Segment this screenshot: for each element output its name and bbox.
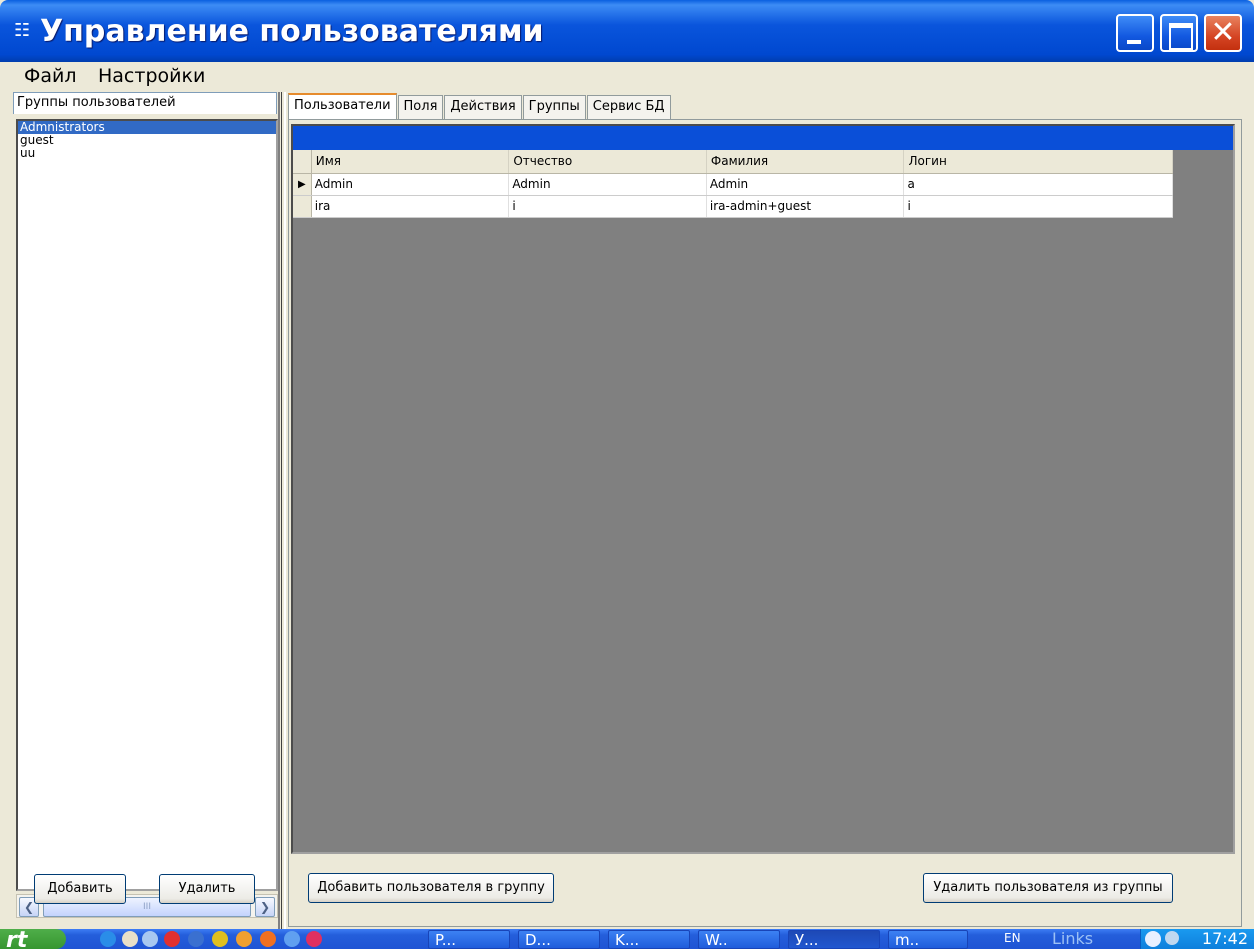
- table-cell[interactable]: ira: [311, 195, 510, 218]
- row-indicator: [293, 195, 312, 218]
- task-button[interactable]: D...: [518, 930, 600, 949]
- quicklaunch-icon[interactable]: [306, 931, 322, 947]
- panel-splitter[interactable]: [278, 92, 286, 930]
- quicklaunch-icon[interactable]: [188, 931, 204, 947]
- groups-list[interactable]: Admnistrators guest uu: [16, 119, 278, 891]
- grid-header-row: Имя Отчество Фамилия Логин: [293, 150, 1173, 174]
- title-bar: ☷ Управление пользователями ✕: [0, 0, 1254, 62]
- table-cell[interactable]: i: [903, 195, 1173, 218]
- tab-fields[interactable]: Поля: [397, 95, 444, 119]
- groups-panel: Группы пользователей Admnistrators guest…: [13, 92, 278, 930]
- links-toolbar[interactable]: Links: [1052, 929, 1093, 949]
- table-row[interactable]: ira i ira-admin+guest i: [293, 195, 1173, 218]
- table-cell[interactable]: a: [903, 173, 1173, 196]
- media-icon[interactable]: [122, 931, 138, 947]
- table-cell[interactable]: i: [508, 195, 707, 218]
- table-row[interactable]: ▶ Admin Admin Admin a: [293, 173, 1173, 196]
- table-cell[interactable]: ira-admin+guest: [706, 195, 905, 218]
- quicklaunch-icon[interactable]: [236, 931, 252, 947]
- table-cell[interactable]: Admin: [311, 173, 510, 196]
- delete-group-button[interactable]: Удалить: [159, 874, 255, 904]
- list-item[interactable]: Admnistrators: [18, 121, 276, 134]
- quicklaunch-icon[interactable]: [284, 931, 300, 947]
- list-item[interactable]: guest: [18, 134, 276, 147]
- language-indicator[interactable]: EN: [1004, 931, 1021, 945]
- system-tray: 17:42: [1140, 929, 1254, 949]
- tab-db-service[interactable]: Сервис БД: [586, 95, 671, 119]
- opera-icon[interactable]: [164, 931, 180, 947]
- close-button[interactable]: ✕: [1204, 14, 1242, 52]
- list-item[interactable]: uu: [18, 147, 276, 160]
- tab-users[interactable]: Пользователи: [288, 93, 397, 119]
- tray-arrow-icon[interactable]: [1145, 931, 1161, 947]
- window-title: Управление пользователями: [40, 14, 544, 49]
- quicklaunch-icon[interactable]: [260, 931, 276, 947]
- start-button[interactable]: rt: [0, 929, 66, 949]
- task-button[interactable]: P...: [428, 930, 510, 949]
- menu-bar: Файл Настройки: [0, 62, 1254, 90]
- tab-actions[interactable]: Действия: [444, 95, 522, 119]
- row-indicator-header: [293, 150, 312, 174]
- minimize-button[interactable]: [1116, 14, 1154, 52]
- quicklaunch-icon[interactable]: [142, 931, 158, 947]
- users-grid-area[interactable]: Имя Отчество Фамилия Логин ▶ Admin Admin…: [291, 124, 1235, 854]
- column-header[interactable]: Фамилия: [706, 150, 905, 174]
- tray-icon[interactable]: [1165, 931, 1179, 945]
- close-icon: ✕: [1210, 15, 1236, 50]
- maximize-button[interactable]: [1160, 14, 1198, 52]
- users-grid[interactable]: Имя Отчество Фамилия Логин ▶ Admin Admin…: [293, 150, 1173, 218]
- tab-groups[interactable]: Группы: [522, 95, 586, 119]
- table-cell[interactable]: Admin: [508, 173, 707, 196]
- scroll-right-button[interactable]: ❯: [255, 897, 275, 917]
- current-row-indicator-icon: ▶: [293, 173, 312, 196]
- ie-icon[interactable]: [100, 931, 116, 947]
- add-user-to-group-button[interactable]: Добавить пользователя в группу: [308, 873, 554, 903]
- column-header[interactable]: Логин: [903, 150, 1173, 174]
- column-header[interactable]: Имя: [311, 150, 510, 174]
- menu-settings[interactable]: Настройки: [98, 65, 205, 87]
- add-group-button[interactable]: Добавить: [34, 874, 126, 904]
- table-cell[interactable]: Admin: [706, 173, 905, 196]
- remove-user-from-group-button[interactable]: Удалить пользователя из группы: [923, 873, 1173, 903]
- app-icon[interactable]: ☷: [14, 20, 36, 42]
- taskbar: rt P... D... K... W.. У... m.. EN Links …: [0, 929, 1254, 949]
- menu-file[interactable]: Файл: [24, 65, 77, 87]
- groups-panel-header: Группы пользователей: [13, 92, 277, 114]
- tab-strip: Пользователи Поля Действия Группы Сервис…: [288, 93, 672, 119]
- column-header[interactable]: Отчество: [508, 150, 707, 174]
- task-button[interactable]: K...: [608, 930, 690, 949]
- task-button[interactable]: m..: [888, 930, 968, 949]
- clock[interactable]: 17:42: [1202, 929, 1248, 949]
- users-tab-page: Имя Отчество Фамилия Логин ▶ Admin Admin…: [288, 119, 1242, 927]
- quicklaunch-icon[interactable]: [212, 931, 228, 947]
- task-button-active[interactable]: У...: [788, 930, 880, 949]
- grid-caption-bar: [293, 126, 1233, 150]
- task-button[interactable]: W..: [698, 930, 780, 949]
